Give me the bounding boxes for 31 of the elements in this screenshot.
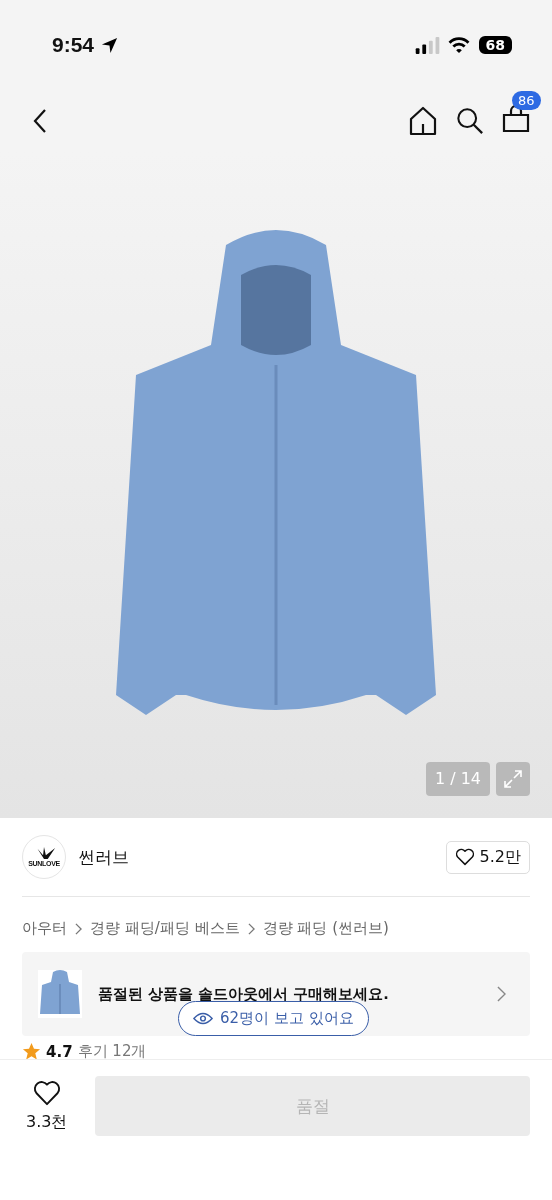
signal-icon: [414, 36, 441, 54]
like-button[interactable]: 5.2만: [445, 840, 530, 874]
star-icon: [22, 1042, 41, 1061]
image-counter: 1 / 14: [425, 762, 490, 796]
battery-indicator: 68: [478, 36, 512, 54]
chevron-right-icon: [75, 922, 82, 935]
cart-count-badge: 86: [512, 91, 541, 110]
chevron-right-icon: [497, 986, 506, 1002]
expand-icon: [503, 769, 523, 789]
soldout-banner[interactable]: 품절된 상품을 솔드아웃에서 구매해보세요. 62명이 보고 있어요: [22, 952, 530, 1036]
brand-name[interactable]: 썬러브: [78, 845, 446, 869]
banner-text: 품절된 상품을 솔드아웃에서 구매해보세요.: [98, 984, 390, 1004]
eye-icon: [193, 1012, 213, 1025]
back-icon[interactable]: [32, 108, 48, 134]
shopping-bag-icon[interactable]: [502, 105, 530, 133]
breadcrumb-link[interactable]: 아우터: [22, 919, 67, 938]
home-icon[interactable]: [408, 106, 438, 136]
breadcrumb-link[interactable]: 경량 패딩/패딩 베스트: [90, 919, 240, 938]
chevron-right-icon: [247, 922, 255, 935]
jacket-thumbnail: [38, 970, 82, 1018]
status-time: 9:54: [52, 33, 95, 57]
breadcrumb-link[interactable]: 경량 패딩 (썬러브): [262, 919, 389, 938]
wifi-icon: [446, 36, 471, 54]
rating-score: 4.7: [46, 1042, 73, 1061]
review-count[interactable]: 후기 12개: [77, 1042, 147, 1061]
heart-icon[interactable]: [32, 1080, 61, 1106]
viewer-count-pill: 62명이 보고 있어요: [178, 1001, 369, 1036]
location-arrow-icon: [100, 35, 120, 55]
like-count: 3.3천: [26, 1112, 68, 1133]
heart-icon: [454, 848, 475, 866]
search-icon[interactable]: [456, 107, 484, 135]
